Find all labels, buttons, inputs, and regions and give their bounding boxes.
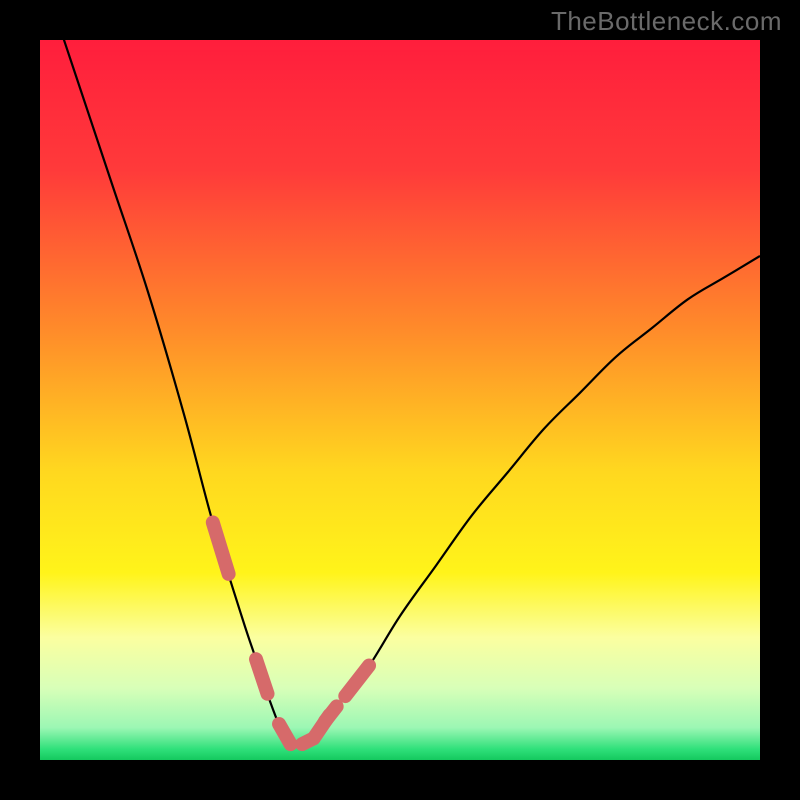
plot-area: [40, 40, 760, 760]
watermark-text: TheBottleneck.com: [551, 6, 782, 37]
chart-svg: [40, 40, 760, 760]
chart-frame: TheBottleneck.com: [0, 0, 800, 800]
gradient-background: [40, 40, 760, 760]
